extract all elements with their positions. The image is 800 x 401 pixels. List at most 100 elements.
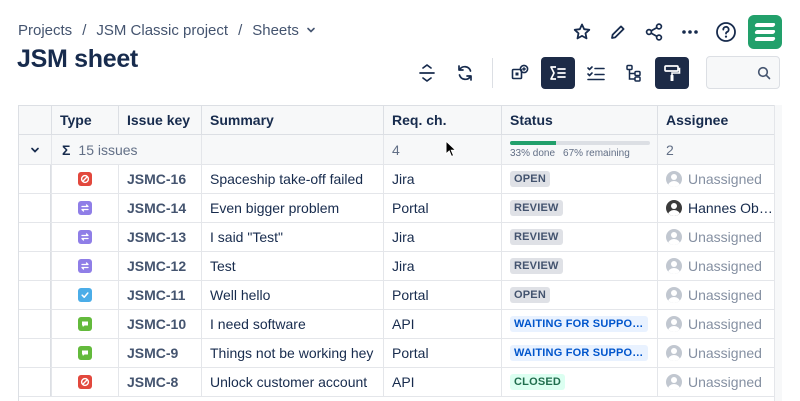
column-header-summary[interactable]: Summary bbox=[202, 106, 384, 134]
issue-key-cell[interactable]: JSMC-8 bbox=[119, 368, 202, 396]
table-row[interactable]: JSMC-13 I said "Test" Jira REVIEW Unassigned bbox=[19, 223, 782, 252]
group-toggle[interactable] bbox=[19, 135, 52, 164]
status-cell[interactable]: REVIEW bbox=[502, 252, 658, 280]
breadcrumb-projects[interactable]: Projects bbox=[18, 22, 72, 39]
issue-key-cell[interactable]: JSMC-11 bbox=[119, 281, 202, 309]
issue-key-cell[interactable]: JSMC-12 bbox=[119, 252, 202, 280]
assignee-cell[interactable]: Unassigned bbox=[658, 310, 782, 338]
assignee-cell[interactable]: Unassigned bbox=[658, 165, 782, 193]
star-button[interactable] bbox=[564, 14, 600, 50]
type-cell[interactable] bbox=[52, 281, 119, 309]
status-cell[interactable]: WAITING FOR SUPPORT bbox=[502, 310, 658, 338]
collapse-rows-button[interactable] bbox=[410, 57, 444, 89]
summary-aggregate bbox=[202, 135, 384, 164]
column-header-status[interactable]: Status bbox=[502, 106, 658, 134]
request-channel-cell[interactable]: Jira bbox=[384, 223, 502, 251]
type-cell[interactable] bbox=[52, 165, 119, 193]
edit-button[interactable] bbox=[600, 14, 636, 50]
group-summary-row: Σ 15 issues 4 33% done 67% remaining 2 bbox=[19, 135, 782, 165]
status-cell[interactable]: REVIEW bbox=[502, 223, 658, 251]
progress: 33% done 67% remaining bbox=[510, 140, 650, 159]
table-row[interactable]: JSMC-14 Even bigger problem Portal REVIEW Ha… bbox=[19, 194, 782, 223]
checklist-button[interactable] bbox=[579, 57, 613, 89]
type-cell[interactable] bbox=[52, 339, 119, 367]
app-logo[interactable] bbox=[748, 15, 782, 49]
gutter-header bbox=[19, 106, 52, 134]
request-channel-cell[interactable]: API bbox=[384, 368, 502, 396]
issue-key-cell[interactable]: JSMC-9 bbox=[119, 339, 202, 367]
request-channel-cell[interactable]: Portal bbox=[384, 339, 502, 367]
table-row[interactable]: JSMC-8 Unlock customer account API CLOSED Un… bbox=[19, 368, 782, 397]
type-cell[interactable] bbox=[52, 223, 119, 251]
search-input[interactable] bbox=[706, 56, 780, 89]
issue-key-cell[interactable]: JSMC-10 bbox=[119, 310, 202, 338]
type-cell[interactable] bbox=[52, 194, 119, 222]
breadcrumb-sheets[interactable]: Sheets bbox=[252, 22, 316, 39]
summary-cell[interactable]: I said "Test" bbox=[202, 223, 384, 251]
summary-cell[interactable]: Things not be working hey bbox=[202, 339, 384, 367]
type-cell[interactable] bbox=[52, 310, 119, 338]
request-channel-cell[interactable]: Jira bbox=[384, 165, 502, 193]
breadcrumb-separator: / bbox=[238, 22, 243, 39]
sum-toggle-button[interactable] bbox=[541, 57, 575, 89]
more-button[interactable] bbox=[672, 14, 708, 50]
summary-cell[interactable]: Well hello bbox=[202, 281, 384, 309]
table-row[interactable]: JSMC-12 Test Jira REVIEW Unassigned bbox=[19, 252, 782, 281]
avatar bbox=[666, 200, 682, 216]
assignee-name: Unassigned bbox=[688, 258, 762, 274]
checklist-icon bbox=[587, 66, 605, 81]
summary-cell[interactable]: Even bigger problem bbox=[202, 194, 384, 222]
help-button[interactable] bbox=[708, 14, 744, 50]
request-channel-cell[interactable]: Portal bbox=[384, 281, 502, 309]
issue-key-cell[interactable]: JSMC-13 bbox=[119, 223, 202, 251]
column-header-request-channel[interactable]: Req. ch. bbox=[384, 106, 502, 134]
column-header-assignee[interactable]: Assignee bbox=[658, 106, 782, 134]
status-cell[interactable]: OPEN bbox=[502, 165, 658, 193]
assignee-cell[interactable]: Unassigned bbox=[658, 339, 782, 367]
request-channel-cell[interactable]: Jira bbox=[384, 252, 502, 280]
status-cell[interactable]: OPEN bbox=[502, 281, 658, 309]
add-issue-button[interactable] bbox=[503, 57, 537, 89]
search-icon bbox=[757, 66, 771, 79]
request-channel-cell[interactable]: API bbox=[384, 310, 502, 338]
add-issue-icon bbox=[511, 64, 529, 80]
breadcrumb-project[interactable]: JSM Classic project bbox=[96, 22, 228, 39]
table-row[interactable]: JSMC-16 Spaceship take-off failed Jira OPEN… bbox=[19, 165, 782, 194]
table-row[interactable]: JSMC-11 Well hello Portal OPEN Unassigned bbox=[19, 281, 782, 310]
summary-cell[interactable]: I need software bbox=[202, 310, 384, 338]
assignee-cell[interactable]: Unassigned bbox=[658, 368, 782, 396]
issue-key-cell[interactable]: JSMC-14 bbox=[119, 194, 202, 222]
type-cell[interactable] bbox=[52, 368, 119, 396]
refresh-button[interactable] bbox=[448, 57, 482, 89]
share-icon bbox=[645, 23, 663, 41]
assignee-cell[interactable]: Unassigned bbox=[658, 281, 782, 309]
share-button[interactable] bbox=[636, 14, 672, 50]
status-cell[interactable]: WAITING FOR SUPPORT bbox=[502, 339, 658, 367]
column-header-type[interactable]: Type bbox=[52, 106, 119, 134]
status-cell[interactable]: REVIEW bbox=[502, 194, 658, 222]
summary-cell[interactable]: Spaceship take-off failed bbox=[202, 165, 384, 193]
assignee-cell[interactable]: Unassigned bbox=[658, 252, 782, 280]
status-cell[interactable]: CLOSED bbox=[502, 368, 658, 396]
page-title: JSM sheet bbox=[17, 45, 138, 73]
paint-format-button[interactable] bbox=[655, 57, 689, 89]
table-row[interactable]: JSMC-9 Things not be working hey Portal WAI… bbox=[19, 339, 782, 368]
summary-cell[interactable]: Test bbox=[202, 252, 384, 280]
assignee-name: Unassigned bbox=[688, 316, 762, 332]
status-badge: REVIEW bbox=[510, 200, 563, 216]
column-header-issue-key[interactable]: Issue key bbox=[119, 106, 202, 134]
star-icon bbox=[573, 23, 591, 40]
table-row[interactable]: JSMC-10 I need software API WAITING FOR SUP… bbox=[19, 310, 782, 339]
vertical-scrollbar[interactable] bbox=[774, 105, 782, 401]
hierarchy-button[interactable] bbox=[617, 57, 651, 89]
summary-cell[interactable]: Unlock customer account bbox=[202, 368, 384, 396]
avatar bbox=[666, 287, 682, 303]
assignee-name: Unassigned bbox=[688, 345, 762, 361]
collapse-rows-icon bbox=[419, 64, 435, 82]
type-cell[interactable] bbox=[52, 252, 119, 280]
assignee-cell[interactable]: Unassigned bbox=[658, 223, 782, 251]
avatar bbox=[666, 345, 682, 361]
assignee-cell[interactable]: Hannes Ob… bbox=[658, 194, 782, 222]
issue-key-cell[interactable]: JSMC-16 bbox=[119, 165, 202, 193]
request-channel-cell[interactable]: Portal bbox=[384, 194, 502, 222]
